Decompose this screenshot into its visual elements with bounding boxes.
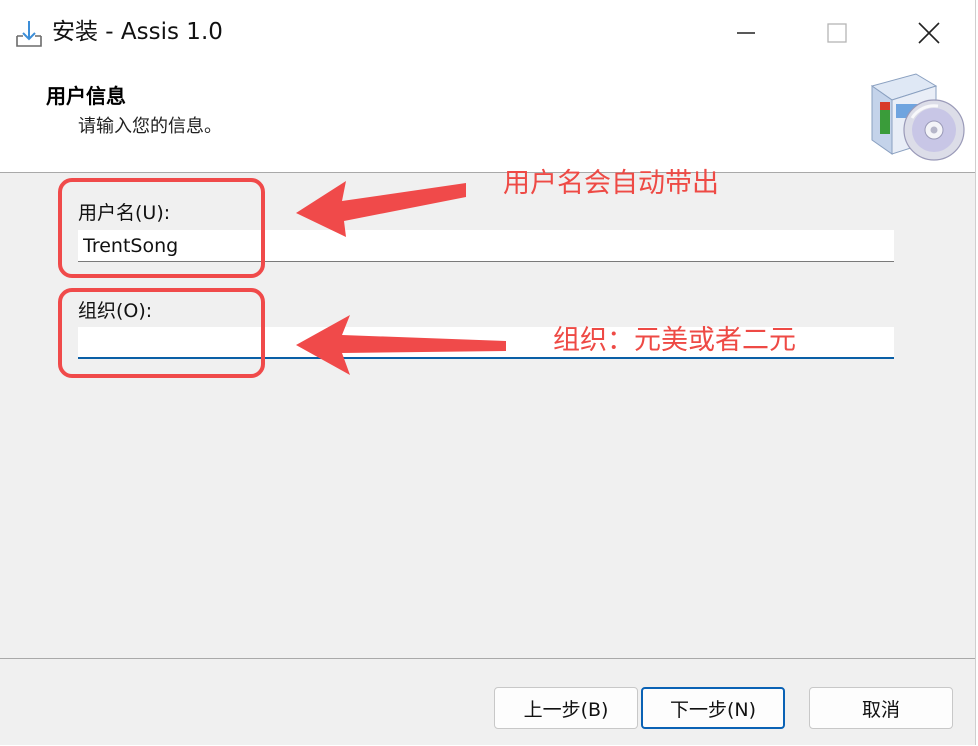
button-bar: 上一步(B) 下一步(N) 取消 [0,658,975,745]
username-annotation: 用户名会自动带出 [503,168,719,199]
minimize-button[interactable] [718,6,778,58]
username-arrow-icon [296,181,466,237]
username-highlight-box [58,178,265,278]
software-box-cd-icon [864,68,968,168]
close-icon [918,22,940,44]
close-button[interactable] [898,6,958,58]
installer-window: 安装 - Assis 1.0 用户信息 请输入您的信息。 用户名(U): Tre… [0,0,976,745]
organization-highlight-box [58,288,265,378]
cancel-button[interactable]: 取消 [809,687,953,729]
installer-download-icon [14,18,44,48]
organization-arrow-icon [296,315,506,375]
form-panel: 用户名(U): 组织(O): 用户名会自动带出 组织：元美或者二元 [0,168,975,658]
page-subtitle: 请输入您的信息。 [78,116,222,137]
title-bar: 安装 - Assis 1.0 [0,0,975,66]
next-button[interactable]: 下一步(N) [641,687,785,729]
minimize-icon [737,32,755,34]
maximize-icon [827,23,847,43]
maximize-button[interactable] [806,6,866,58]
back-button[interactable]: 上一步(B) [494,687,638,729]
page-header: 用户信息 请输入您的信息。 [0,66,975,173]
organization-annotation: 组织：元美或者二元 [553,325,796,356]
window-title: 安装 - Assis 1.0 [52,19,223,45]
page-title: 用户信息 [46,84,126,108]
